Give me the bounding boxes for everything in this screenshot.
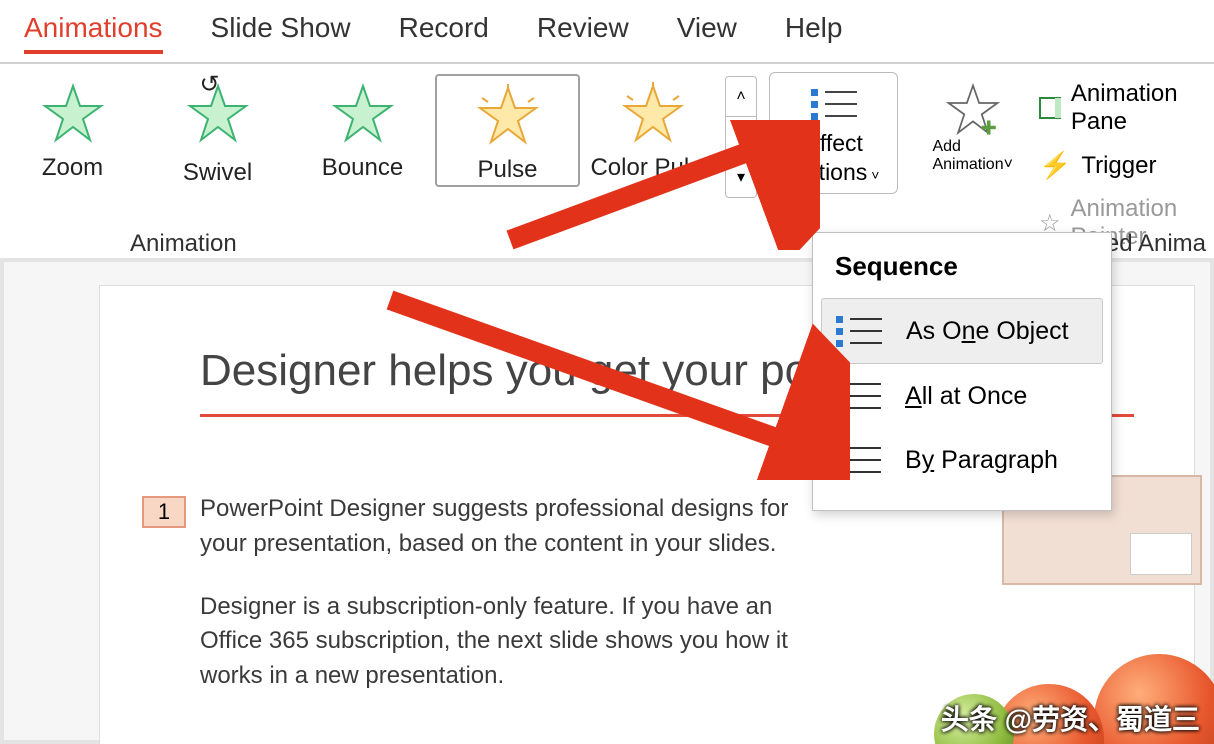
gallery-item-zoom[interactable]: Zoom: [0, 74, 145, 187]
star-icon: [621, 82, 685, 146]
tab-slideshow[interactable]: Slide Show: [211, 12, 351, 54]
gallery-expand[interactable]: ▾: [726, 157, 756, 197]
animation-pane-icon: [1039, 97, 1061, 119]
add-animation-label-2: Animation: [932, 156, 1003, 173]
gallery-label: Zoom: [42, 154, 103, 182]
paragraph-2: Designer is a subscription-only feature.…: [200, 590, 814, 694]
advanced-animation-list: Animation Pane ⚡Trigger ☆Animation Paint…: [1039, 64, 1214, 251]
animation-pane-button[interactable]: Animation Pane: [1039, 80, 1214, 136]
effect-options-button[interactable]: Effect Options˅: [769, 72, 898, 194]
effect-options-label-1: Effect: [805, 130, 863, 156]
add-animation-label-1: Add: [932, 138, 960, 155]
add-animation-icon: [943, 82, 1003, 138]
gallery-label: Pulse: [477, 156, 537, 184]
dropdown-header: Sequence: [813, 247, 1111, 298]
animation-gallery: Zoom ↺ Swivel Bounce Pulse Color Pulse: [0, 64, 725, 187]
group-label-animation: Animation: [130, 230, 237, 258]
lightning-icon: ⚡: [1039, 150, 1071, 181]
option-by-paragraph[interactable]: By Paragraph: [813, 428, 1111, 492]
tab-review[interactable]: Review: [537, 12, 629, 54]
chevron-down-icon: ˅: [1004, 156, 1013, 173]
sequence-icon: [836, 313, 882, 349]
tab-animations[interactable]: Animations: [24, 12, 163, 54]
add-animation-button[interactable]: AddAnimation˅: [914, 72, 1031, 180]
watermark-text: 头条 @劳资、蜀道三: [941, 698, 1200, 738]
chevron-down-icon: ˅: [871, 167, 879, 183]
trigger-button[interactable]: ⚡Trigger: [1039, 150, 1214, 181]
gallery-label: Bounce: [322, 154, 403, 182]
star-icon: [331, 82, 395, 146]
tab-help[interactable]: Help: [785, 12, 843, 54]
effect-options-dropdown: Sequence As One Object All at Once By Pa…: [812, 232, 1112, 511]
sequence-icon: [835, 378, 881, 414]
paragraph-1: PowerPoint Designer suggests professiona…: [200, 492, 814, 562]
tab-view[interactable]: View: [677, 12, 737, 54]
sequence-icon: [835, 442, 881, 478]
gallery-item-pulse[interactable]: Pulse: [435, 74, 580, 187]
tab-record[interactable]: Record: [399, 12, 489, 54]
gallery-label: Swivel: [183, 159, 252, 187]
animation-order-tag[interactable]: 1: [142, 496, 186, 528]
gallery-scroll-down[interactable]: ˅: [726, 117, 756, 157]
star-icon: [41, 82, 105, 146]
gallery-scroll-up[interactable]: ˄: [726, 77, 756, 117]
slide-body-text[interactable]: PowerPoint Designer suggests professiona…: [200, 492, 814, 722]
ribbon-tabs: Animations Slide Show Record Review View…: [0, 0, 1214, 64]
gallery-label: Color Pulse: [590, 154, 714, 182]
star-icon: [476, 84, 540, 148]
option-as-one-object[interactable]: As One Object: [821, 298, 1103, 364]
effect-options-label-2: Options: [788, 159, 867, 185]
option-all-at-once[interactable]: All at Once: [813, 364, 1111, 428]
gallery-item-bounce[interactable]: Bounce: [290, 74, 435, 187]
gallery-item-color-pulse[interactable]: Color Pulse: [580, 74, 725, 187]
gallery-scroll: ˄ ˅ ▾: [725, 76, 757, 198]
swivel-arc-icon: ↺: [200, 70, 220, 99]
effect-options-icon: [807, 83, 861, 123]
gallery-item-swivel[interactable]: ↺ Swivel: [145, 74, 290, 187]
